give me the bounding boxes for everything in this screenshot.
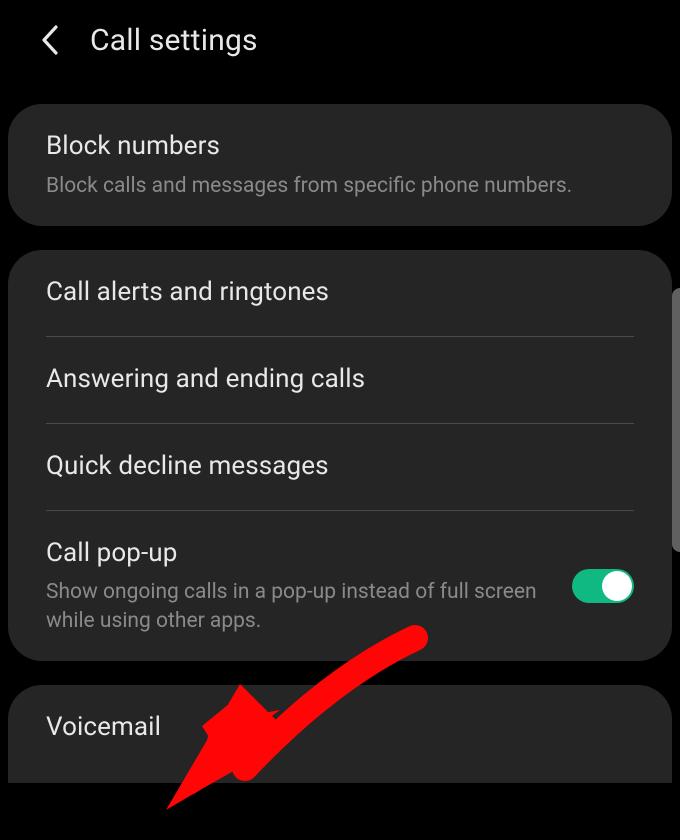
page-title: Call settings bbox=[90, 23, 258, 58]
back-icon[interactable] bbox=[32, 22, 68, 58]
toggle-knob bbox=[602, 571, 632, 601]
call-popup-toggle[interactable] bbox=[572, 569, 634, 603]
row-voicemail[interactable]: Voicemail bbox=[8, 685, 672, 783]
row-subtitle: Show ongoing calls in a pop-up instead o… bbox=[46, 578, 548, 635]
row-title: Quick decline messages bbox=[46, 450, 634, 484]
scroll-indicator[interactable] bbox=[672, 288, 680, 552]
row-call-alerts[interactable]: Call alerts and ringtones bbox=[8, 250, 672, 336]
row-call-popup[interactable]: Call pop-up Show ongoing calls in a pop-… bbox=[8, 511, 672, 661]
card-call-options: Call alerts and ringtones Answering and … bbox=[8, 250, 672, 661]
card-block-numbers: Block numbers Block calls and messages f… bbox=[8, 104, 672, 226]
row-block-numbers[interactable]: Block numbers Block calls and messages f… bbox=[8, 104, 672, 226]
row-title: Voicemail bbox=[46, 711, 634, 745]
row-title: Block numbers bbox=[46, 130, 634, 164]
row-title: Call pop-up bbox=[46, 537, 548, 571]
row-answering-ending[interactable]: Answering and ending calls bbox=[8, 337, 672, 423]
card-voicemail: Voicemail bbox=[8, 685, 672, 783]
row-title: Call alerts and ringtones bbox=[46, 276, 634, 310]
header: Call settings bbox=[0, 0, 680, 82]
row-subtitle: Block calls and messages from specific p… bbox=[46, 172, 634, 200]
row-quick-decline[interactable]: Quick decline messages bbox=[8, 424, 672, 510]
row-title: Answering and ending calls bbox=[46, 363, 634, 397]
